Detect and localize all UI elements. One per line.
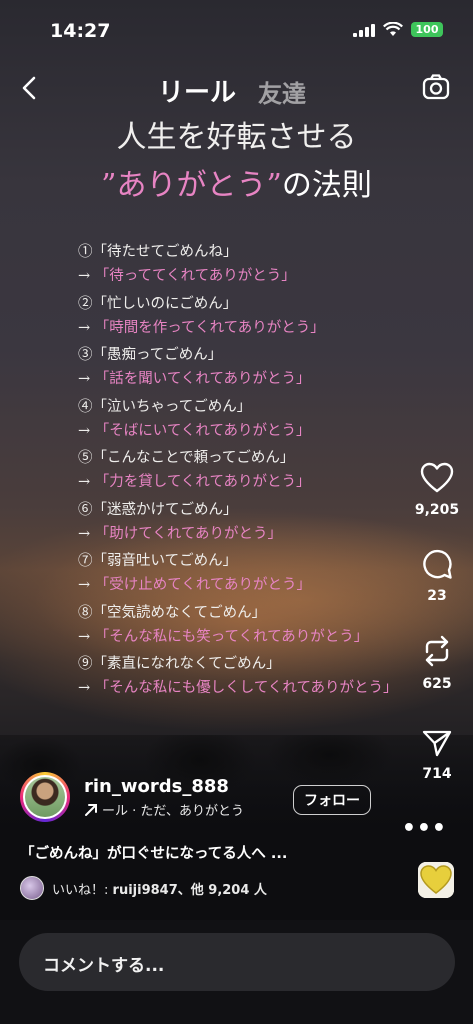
item-apology: 「空気読めなくてごめん」 xyxy=(92,604,267,621)
arrow-icon: → xyxy=(78,680,91,696)
audio-thumbnail[interactable] xyxy=(418,862,454,898)
item-number: ④ xyxy=(78,398,93,415)
liked-by-row[interactable]: いいね！: ruiji9847、他 9,204 人 xyxy=(20,876,267,900)
item-thanks: 「そんな私にも笑ってくれてありがとう」 xyxy=(94,628,369,645)
signal-icon xyxy=(353,23,375,37)
heart-sticker-icon xyxy=(418,862,454,898)
username[interactable]: rin_words_888 xyxy=(84,776,229,797)
item-apology: 「待たせてごめんね」 xyxy=(92,244,238,260)
repost-icon xyxy=(425,635,449,667)
liked-by-text: ruiji9847、他 9,204 人 xyxy=(112,882,267,898)
item-number: ⑧ xyxy=(78,604,93,621)
list-item: ⑦「弱音吐いてごめん」 → 「受け止めてくれてありがとう」 xyxy=(78,549,418,601)
item-apology: 「迷惑かけてごめん」 xyxy=(92,501,238,518)
arrow-icon: → xyxy=(78,371,91,387)
send-icon xyxy=(422,730,452,757)
heart-icon xyxy=(420,462,454,493)
audio-line[interactable]: ール · ただ、ありがとう xyxy=(84,800,244,819)
arrow-icon: → xyxy=(78,319,91,336)
list-item: ①「待たせてごめんね」 → 「待っててくれてありがとう」 xyxy=(78,240,418,292)
item-number: ③ xyxy=(78,347,93,363)
like-count: 9,205 xyxy=(414,502,460,518)
item-apology: 「泣いちゃってごめん」 xyxy=(92,398,252,415)
status-icons: 100 xyxy=(353,22,443,37)
item-thanks: 「そんな私にも優しくしてくれてありがとう」 xyxy=(94,680,398,696)
battery-indicator: 100 xyxy=(411,22,443,37)
list-item: ⑤「こんなことで頼ってごめん」 → 「力を貸してくれてありがとう」 xyxy=(78,446,418,498)
arrow-icon: → xyxy=(78,525,91,542)
item-apology: 「素直になれなくてごめん」 xyxy=(92,656,281,672)
trending-arrow-icon xyxy=(85,803,97,816)
item-apology: 「こんなことで頼ってごめん」 xyxy=(92,450,295,466)
item-number: ② xyxy=(78,295,93,312)
list-item: ②「忙しいのにごめん」 → 「時間を作ってくれてありがとう」 xyxy=(78,292,418,344)
item-apology: 「弱音吐いてごめん」 xyxy=(92,553,238,569)
item-thanks: 「力を貸してくれてありがとう」 xyxy=(94,474,311,490)
comment-input[interactable]: コメントする... xyxy=(19,933,455,991)
item-number: ⑨ xyxy=(78,656,93,672)
arrow-icon: → xyxy=(78,268,91,284)
headline-pink-text: ”ありがとう” xyxy=(101,168,282,203)
comment-button[interactable]: 23 xyxy=(411,548,463,604)
comment-icon xyxy=(423,549,452,579)
comment-placeholder: コメントする... xyxy=(43,956,165,976)
list-item: ⑥「迷惑かけてごめん」 → 「助けてくれてありがとう」 xyxy=(78,498,418,550)
item-apology: 「愚痴ってごめん」 xyxy=(92,347,223,363)
back-icon[interactable] xyxy=(18,74,42,102)
headline-rest-text: の法則 xyxy=(281,168,372,203)
wifi-icon xyxy=(383,22,403,36)
video-headline-line2: ”ありがとう”の法則 xyxy=(0,160,473,204)
arrow-icon: → xyxy=(78,474,91,490)
tab-friends[interactable]: 友達 xyxy=(258,74,306,109)
item-thanks: 「待っててくれてありがとう」 xyxy=(94,268,296,284)
item-apology: 「忙しいのにごめん」 xyxy=(92,295,238,312)
repost-button[interactable]: 625 xyxy=(411,634,463,692)
item-number: ⑤ xyxy=(78,450,93,466)
more-options-icon[interactable]: ••• xyxy=(402,816,447,841)
share-count: 714 xyxy=(422,766,452,782)
list-item: ③「愚痴ってごめん」 → 「話を聞いてくれてありがとう」 xyxy=(78,343,418,395)
phrase-list: ①「待たせてごめんね」 → 「待っててくれてありがとう」 ②「忙しいのにごめん」… xyxy=(78,240,418,704)
item-number: ⑦ xyxy=(78,553,93,569)
like-button[interactable]: 9,205 xyxy=(411,462,463,518)
share-button[interactable]: 714 xyxy=(411,728,463,782)
arrow-icon: → xyxy=(78,628,91,645)
status-time: 14:27 xyxy=(50,20,111,42)
comment-count: 23 xyxy=(427,588,447,604)
list-item: ⑧「空気読めなくてごめん」 → 「そんな私にも笑ってくれてありがとう」 xyxy=(78,601,418,653)
item-number: ① xyxy=(78,244,93,260)
repost-count: 625 xyxy=(422,676,452,692)
arrow-icon: → xyxy=(78,577,91,593)
audio-text: ール · ただ、ありがとう xyxy=(102,804,245,819)
follow-button[interactable]: フォロー xyxy=(293,785,371,815)
camera-icon[interactable] xyxy=(421,72,451,102)
avatar[interactable] xyxy=(20,772,70,822)
video-headline-line1: 人生を好転させる xyxy=(116,120,357,155)
item-thanks: 「助けてくれてありがとう」 xyxy=(94,525,282,542)
liked-prefix: いいね！: xyxy=(52,882,109,898)
tab-reels[interactable]: リール xyxy=(158,72,236,109)
item-thanks: 「時間を作ってくれてありがとう」 xyxy=(94,319,325,336)
list-item: ⑨「素直になれなくてごめん」 → 「そんな私にも優しくしてくれてありがとう」 xyxy=(78,652,418,704)
item-thanks: 「話を聞いてくれてありがとう」 xyxy=(94,371,311,387)
liker-avatar xyxy=(20,876,44,900)
item-thanks: 「そばにいてくれてありがとう」 xyxy=(94,422,311,439)
avatar-photo xyxy=(25,777,65,817)
arrow-icon: → xyxy=(78,422,91,439)
list-item: ④「泣いちゃってごめん」 → 「そばにいてくれてありがとう」 xyxy=(78,395,418,447)
caption[interactable]: 「ごめんね」が口ぐせになってる人へ ... xyxy=(20,842,287,863)
item-number: ⑥ xyxy=(78,501,93,518)
item-thanks: 「受け止めてくれてありがとう」 xyxy=(94,577,311,593)
